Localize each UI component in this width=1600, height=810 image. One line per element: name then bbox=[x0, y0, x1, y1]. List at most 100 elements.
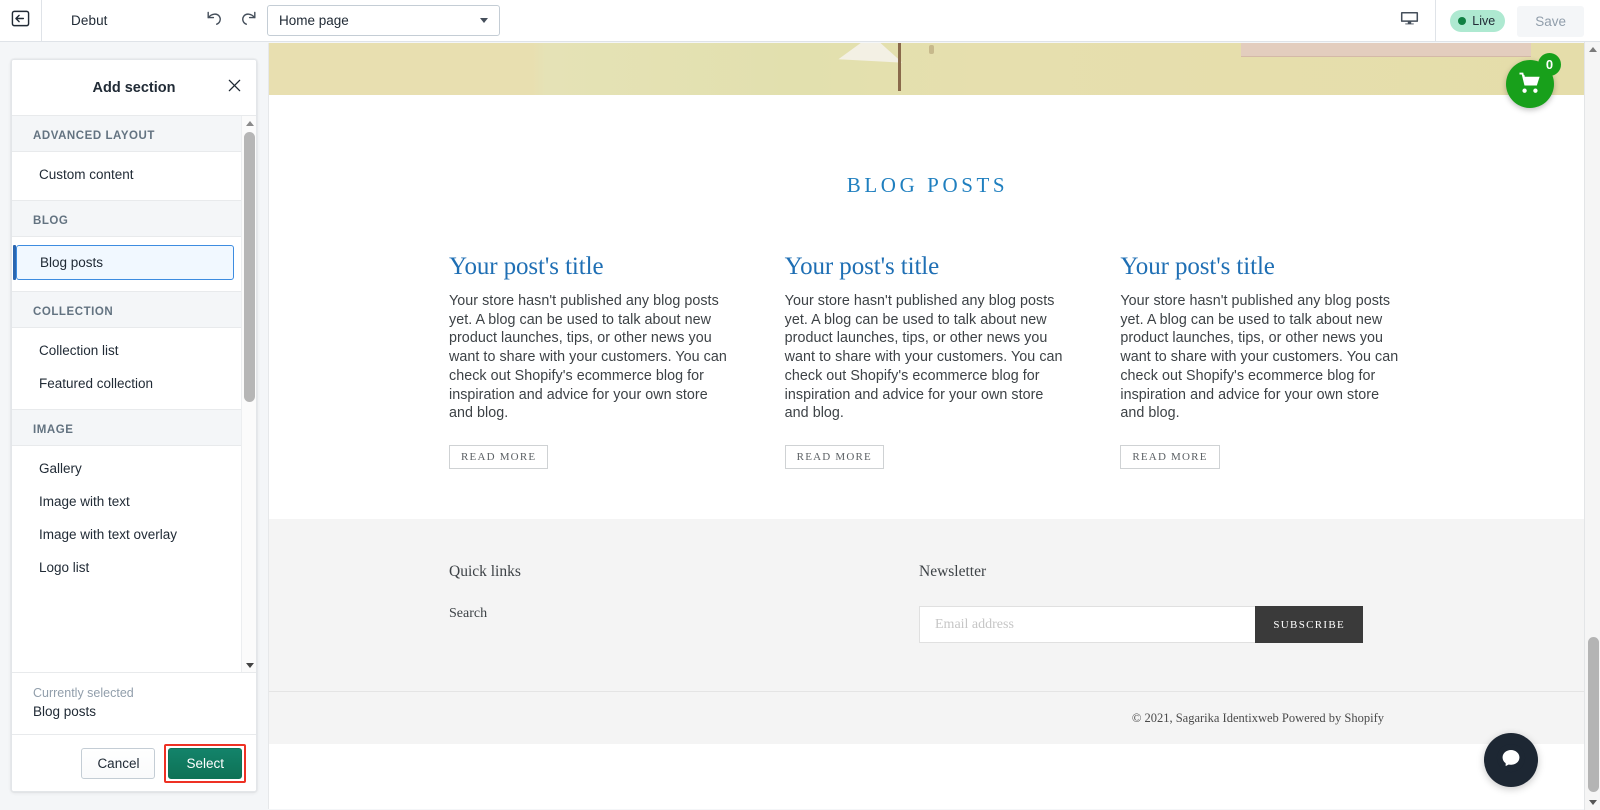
section-item-image-with-text-overlay[interactable]: Image with text overlay bbox=[12, 518, 241, 551]
blog-post-title[interactable]: Your post's title bbox=[785, 253, 1071, 281]
redo-icon bbox=[239, 8, 259, 33]
copyright-text: © 2021, Sagarika Identixweb Powered by S… bbox=[1131, 711, 1384, 726]
section-item-gallery[interactable]: Gallery bbox=[12, 452, 241, 485]
back-button[interactable] bbox=[0, 0, 42, 42]
add-section-panel: Add section ADVANCED LAYOUT Custom conte… bbox=[11, 59, 257, 792]
triangle-up-icon bbox=[1588, 47, 1597, 52]
preview-scrollbar[interactable] bbox=[1584, 42, 1600, 810]
footer-columns: Quick links Search Newsletter SUBSCRIBE bbox=[269, 563, 1586, 644]
blog-post-card: Your post's title Your store hasn't publ… bbox=[784, 253, 1071, 470]
panel-header: Add section bbox=[12, 60, 256, 116]
preview-scroll-down-button[interactable] bbox=[1585, 795, 1600, 810]
save-button[interactable]: Save bbox=[1517, 5, 1584, 37]
banner-shape-triangle bbox=[838, 43, 904, 63]
triangle-up-icon bbox=[245, 120, 254, 126]
blog-posts-grid: Your post's title Your store hasn't publ… bbox=[269, 253, 1586, 470]
section-item-collection-list[interactable]: Collection list bbox=[12, 334, 241, 367]
group-heading-advanced-layout: ADVANCED LAYOUT bbox=[12, 116, 241, 152]
redo-button[interactable] bbox=[238, 10, 260, 32]
desktop-icon bbox=[1400, 9, 1419, 33]
sidebar-scroll-up-button[interactable] bbox=[242, 116, 256, 130]
undo-button[interactable] bbox=[203, 10, 225, 32]
chevron-down-icon bbox=[480, 18, 488, 23]
chat-bubble-icon bbox=[1496, 743, 1526, 778]
preview-area: 0 BLOG POSTS Your post's title Your stor… bbox=[265, 42, 1600, 810]
blog-post-excerpt: Your store hasn't published any blog pos… bbox=[1120, 293, 1399, 422]
page-selector[interactable]: Home page bbox=[267, 5, 500, 36]
currently-selected-block: Currently selected Blog posts bbox=[12, 672, 256, 734]
cancel-button[interactable]: Cancel bbox=[81, 747, 156, 779]
section-item-image-with-text[interactable]: Image with text bbox=[12, 485, 241, 518]
section-list-body: ADVANCED LAYOUT Custom content BLOG Blog… bbox=[12, 116, 256, 673]
triangle-down-icon bbox=[245, 662, 254, 668]
cart-button[interactable]: 0 bbox=[1506, 53, 1561, 108]
cart-count-badge: 0 bbox=[1538, 53, 1561, 76]
undo-icon bbox=[204, 8, 224, 33]
live-status-label: Live bbox=[1472, 14, 1496, 28]
group-list-advanced-layout: Custom content bbox=[12, 152, 241, 200]
topbar-right-group: Live Save bbox=[1384, 0, 1600, 42]
subscribe-button[interactable]: SUBSCRIBE bbox=[1255, 606, 1363, 644]
blog-posts-section: BLOG POSTS Your post's title Your store … bbox=[269, 95, 1586, 520]
quick-link-search[interactable]: Search bbox=[449, 606, 919, 622]
section-item-featured-collection[interactable]: Featured collection bbox=[12, 367, 241, 400]
preview-scrollbar-thumb[interactable] bbox=[1588, 637, 1599, 792]
sidebar-scrollbar[interactable] bbox=[241, 116, 256, 673]
banner-shape-stand bbox=[898, 43, 901, 91]
blog-post-title[interactable]: Your post's title bbox=[1120, 253, 1406, 281]
preview-scroll-up-button[interactable] bbox=[1585, 42, 1600, 57]
group-list-blog: Blog posts bbox=[12, 237, 241, 291]
sidebar-scroll-down-button[interactable] bbox=[242, 658, 256, 672]
shopping-cart-icon bbox=[1517, 69, 1543, 100]
panel-title: Add section bbox=[92, 79, 176, 96]
triangle-down-icon bbox=[1588, 800, 1597, 805]
blog-section-title: BLOG POSTS bbox=[846, 173, 1009, 197]
read-more-button[interactable]: READ MORE bbox=[449, 445, 549, 470]
section-item-custom-content[interactable]: Custom content bbox=[12, 158, 241, 191]
blog-post-title[interactable]: Your post's title bbox=[449, 253, 735, 281]
blog-post-card: Your post's title Your store hasn't publ… bbox=[449, 253, 735, 470]
quick-links-heading: Quick links bbox=[449, 563, 521, 581]
device-preview-button[interactable] bbox=[1384, 0, 1437, 42]
newsletter-heading: Newsletter bbox=[919, 563, 987, 581]
panel-action-bar: Cancel Select bbox=[12, 734, 256, 791]
read-more-button[interactable]: READ MORE bbox=[1120, 445, 1220, 470]
footer-bottom-bar: © 2021, Sagarika Identixweb Powered by S… bbox=[269, 691, 1586, 744]
chat-widget-button[interactable] bbox=[1484, 733, 1538, 787]
banner-shape-shelf bbox=[1241, 43, 1531, 57]
read-more-button[interactable]: READ MORE bbox=[784, 445, 884, 470]
section-item-logo-list[interactable]: Logo list bbox=[12, 551, 241, 584]
theme-name: Debut bbox=[71, 13, 108, 28]
blog-post-card: Your post's title Your store hasn't publ… bbox=[1120, 253, 1406, 470]
banner-shape-dot bbox=[929, 45, 934, 54]
close-icon bbox=[227, 78, 242, 98]
quick-links-column: Quick links Search bbox=[449, 563, 919, 643]
select-button[interactable]: Select bbox=[168, 747, 242, 779]
currently-selected-value: Blog posts bbox=[33, 704, 97, 720]
blog-post-excerpt: Your store hasn't published any blog pos… bbox=[449, 293, 727, 422]
storefront-footer: Quick links Search Newsletter SUBSCRIBE … bbox=[269, 519, 1586, 745]
currently-selected-label: Currently selected bbox=[33, 686, 134, 701]
editor-top-bar: Debut Home page Live Save bbox=[0, 0, 1600, 42]
section-list-scroll: ADVANCED LAYOUT Custom content BLOG Blog… bbox=[12, 116, 241, 672]
newsletter-form: SUBSCRIBE bbox=[919, 606, 1363, 644]
hero-banner-image bbox=[269, 43, 1586, 95]
close-panel-button[interactable] bbox=[223, 77, 245, 99]
newsletter-email-input[interactable] bbox=[919, 606, 1256, 644]
storefront-preview: 0 BLOG POSTS Your post's title Your stor… bbox=[268, 43, 1586, 809]
sidebar: Add section ADVANCED LAYOUT Custom conte… bbox=[0, 42, 265, 810]
live-status-badge[interactable]: Live bbox=[1450, 10, 1506, 32]
undo-redo-group bbox=[203, 10, 260, 32]
group-list-image: Gallery Image with text Image with text … bbox=[12, 446, 241, 593]
select-button-highlight: Select bbox=[164, 743, 246, 783]
newsletter-column: Newsletter SUBSCRIBE bbox=[919, 563, 1406, 644]
group-list-collection: Collection list Featured collection bbox=[12, 328, 241, 409]
group-heading-collection: COLLECTION bbox=[12, 291, 241, 328]
blog-post-excerpt: Your store hasn't published any blog pos… bbox=[784, 293, 1063, 422]
page-selector-value: Home page bbox=[279, 13, 349, 28]
back-arrow-icon bbox=[11, 9, 30, 33]
live-status-dot bbox=[1458, 17, 1467, 25]
section-item-blog-posts[interactable]: Blog posts bbox=[13, 245, 234, 280]
sidebar-scrollbar-thumb[interactable] bbox=[244, 132, 255, 402]
group-heading-image: IMAGE bbox=[12, 409, 241, 446]
